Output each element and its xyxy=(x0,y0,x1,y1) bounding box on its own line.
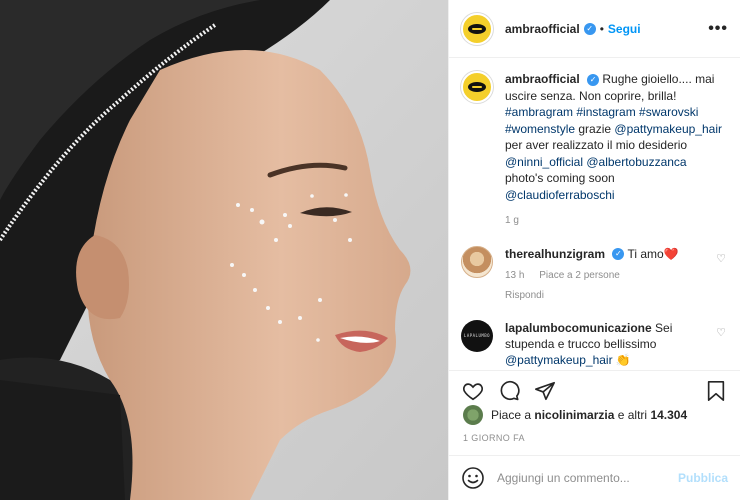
instagram-post: ambraofficial ✓ • Segui ••• ambraofficia… xyxy=(0,0,740,500)
comment-likes[interactable]: Piace a 2 persone xyxy=(539,270,620,281)
avatar-lips-icon xyxy=(468,82,486,92)
commenter-avatar[interactable] xyxy=(461,245,493,278)
caption-username[interactable]: ambraofficial xyxy=(505,72,580,86)
comment-body: therealhunzigram ✓ Ti amo❤️ 13 h Piace a… xyxy=(505,246,710,304)
liker-avatar[interactable] xyxy=(463,405,483,425)
share-icon[interactable] xyxy=(533,379,557,403)
caption-body: ambraofficial ✓ Rughe gioiello.... mai u… xyxy=(505,71,726,230)
caption-time: 1 g xyxy=(505,215,519,226)
emoji-icon[interactable] xyxy=(461,466,485,490)
comment-like-icon[interactable]: ♡ xyxy=(716,326,726,339)
likes-middle: e altri xyxy=(617,408,648,422)
bookmark-icon[interactable] xyxy=(704,379,728,403)
comment-time: 13 h xyxy=(505,269,525,281)
verified-icon: ✓ xyxy=(583,22,596,35)
follow-button[interactable]: Segui xyxy=(608,22,641,36)
comment-username[interactable]: therealhunzigram xyxy=(505,247,605,261)
likes-count[interactable]: 14.304 xyxy=(650,408,687,422)
header-separator: • xyxy=(599,21,604,36)
publish-button[interactable]: Pubblica xyxy=(678,471,728,485)
comment-item: therealhunzigram ✓ Ti amo❤️ 13 h Piace a… xyxy=(461,245,726,304)
comment-item: LAPALUMBO lapalumbocomunicazione Sei stu… xyxy=(461,319,726,368)
post-photo[interactable] xyxy=(0,0,448,500)
post-date: 1 GIORNO FA xyxy=(463,433,525,443)
header-username[interactable]: ambraofficial xyxy=(505,22,580,36)
verified-icon: ✓ xyxy=(612,248,625,261)
caption-text-3: photo's coming soon xyxy=(505,171,615,185)
mention-link[interactable]: @pattymakeup_hair xyxy=(614,122,722,136)
reply-button[interactable]: Rispondi xyxy=(505,288,710,304)
post-header: ambraofficial ✓ • Segui ••• xyxy=(449,0,740,58)
heart-icon[interactable] xyxy=(461,379,485,403)
comment-text: Ti amo❤️ xyxy=(627,246,679,261)
comment-icon[interactable] xyxy=(497,379,521,403)
caption: ambraofficial ✓ Rughe gioiello.... mai u… xyxy=(461,71,726,230)
mention-link[interactable]: @ninni_official xyxy=(505,155,583,169)
likes-prefix: Piace a xyxy=(491,408,532,422)
mention-link[interactable]: @claudioferraboschi xyxy=(505,188,615,202)
post-side-panel: ambraofficial ✓ • Segui ••• ambraofficia… xyxy=(448,0,740,500)
mention-link[interactable]: @pattymakeup_hair xyxy=(505,353,613,367)
portrait-illustration xyxy=(0,0,448,500)
comment-like-icon[interactable]: ♡ xyxy=(716,252,726,265)
verified-icon: ✓ xyxy=(587,73,600,86)
action-bar xyxy=(449,370,740,410)
comment-username[interactable]: lapalumbocomunicazione xyxy=(505,321,652,335)
caption-text-2: per aver realizzato il mio desiderio xyxy=(505,138,688,152)
caption-avatar[interactable] xyxy=(461,71,493,103)
caption-thanks: grazie xyxy=(578,121,612,136)
comment-meta: 13 h Piace a 2 persone xyxy=(505,268,710,284)
more-options-icon[interactable]: ••• xyxy=(708,20,728,38)
add-comment-bar: Pubblica xyxy=(449,455,740,500)
comment-emoji: 👏 xyxy=(615,352,631,367)
comment-body: lapalumbocomunicazione Sei stupenda e tr… xyxy=(505,320,710,368)
avatar-lips-icon xyxy=(468,23,486,34)
likes-summary: Piace a nicolinimarzia e altri 14.304 xyxy=(463,405,728,425)
commenter-avatar[interactable]: LAPALUMBO xyxy=(461,319,493,352)
profile-avatar[interactable] xyxy=(461,12,493,45)
liker-username[interactable]: nicolinimarzia xyxy=(534,408,614,422)
mention-link[interactable]: @albertobuzzanca xyxy=(586,155,686,169)
comment-input[interactable] xyxy=(497,471,678,485)
comments-section[interactable]: ambraofficial ✓ Rughe gioiello.... mai u… xyxy=(449,59,740,369)
